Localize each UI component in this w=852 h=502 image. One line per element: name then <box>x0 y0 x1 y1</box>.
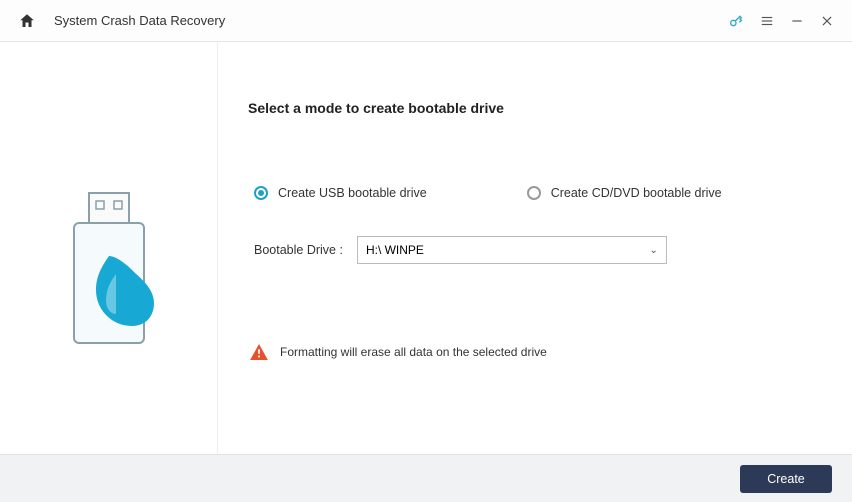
radio-usb-label: Create USB bootable drive <box>278 186 427 200</box>
key-icon[interactable] <box>728 13 744 29</box>
close-icon[interactable] <box>820 14 834 28</box>
warning-row: Formatting will erase all data on the se… <box>248 344 828 360</box>
bootable-drive-label: Bootable Drive : <box>254 243 343 257</box>
content-area: Select a mode to create bootable drive C… <box>0 42 852 454</box>
warning-text: Formatting will erase all data on the se… <box>280 345 547 359</box>
chevron-down-icon: ⌄ <box>650 245 658 256</box>
page-heading: Select a mode to create bootable drive <box>248 100 828 116</box>
radio-selected-icon <box>254 186 268 200</box>
minimize-icon[interactable] <box>790 14 804 28</box>
bootable-drive-row: Bootable Drive : H:\ WINPE ⌄ <box>248 236 828 264</box>
radio-usb-bootable[interactable]: Create USB bootable drive <box>254 186 427 200</box>
create-button[interactable]: Create <box>740 465 832 493</box>
warning-icon <box>250 344 268 360</box>
titlebar-controls <box>728 13 834 29</box>
drive-select-value: H:\ WINPE <box>366 243 424 257</box>
home-icon[interactable] <box>18 12 36 30</box>
menu-icon[interactable] <box>760 14 774 28</box>
illustration-panel <box>0 42 218 454</box>
mode-radio-group: Create USB bootable drive Create CD/DVD … <box>248 186 828 200</box>
main-panel: Select a mode to create bootable drive C… <box>218 42 852 454</box>
radio-unselected-icon <box>527 186 541 200</box>
titlebar: System Crash Data Recovery <box>0 0 852 42</box>
usb-drive-icon <box>54 188 164 368</box>
bootable-drive-select[interactable]: H:\ WINPE ⌄ <box>357 236 667 264</box>
radio-cd-label: Create CD/DVD bootable drive <box>551 186 722 200</box>
radio-cd-bootable[interactable]: Create CD/DVD bootable drive <box>527 186 722 200</box>
footer-bar: Create <box>0 454 852 502</box>
app-title: System Crash Data Recovery <box>54 13 225 28</box>
